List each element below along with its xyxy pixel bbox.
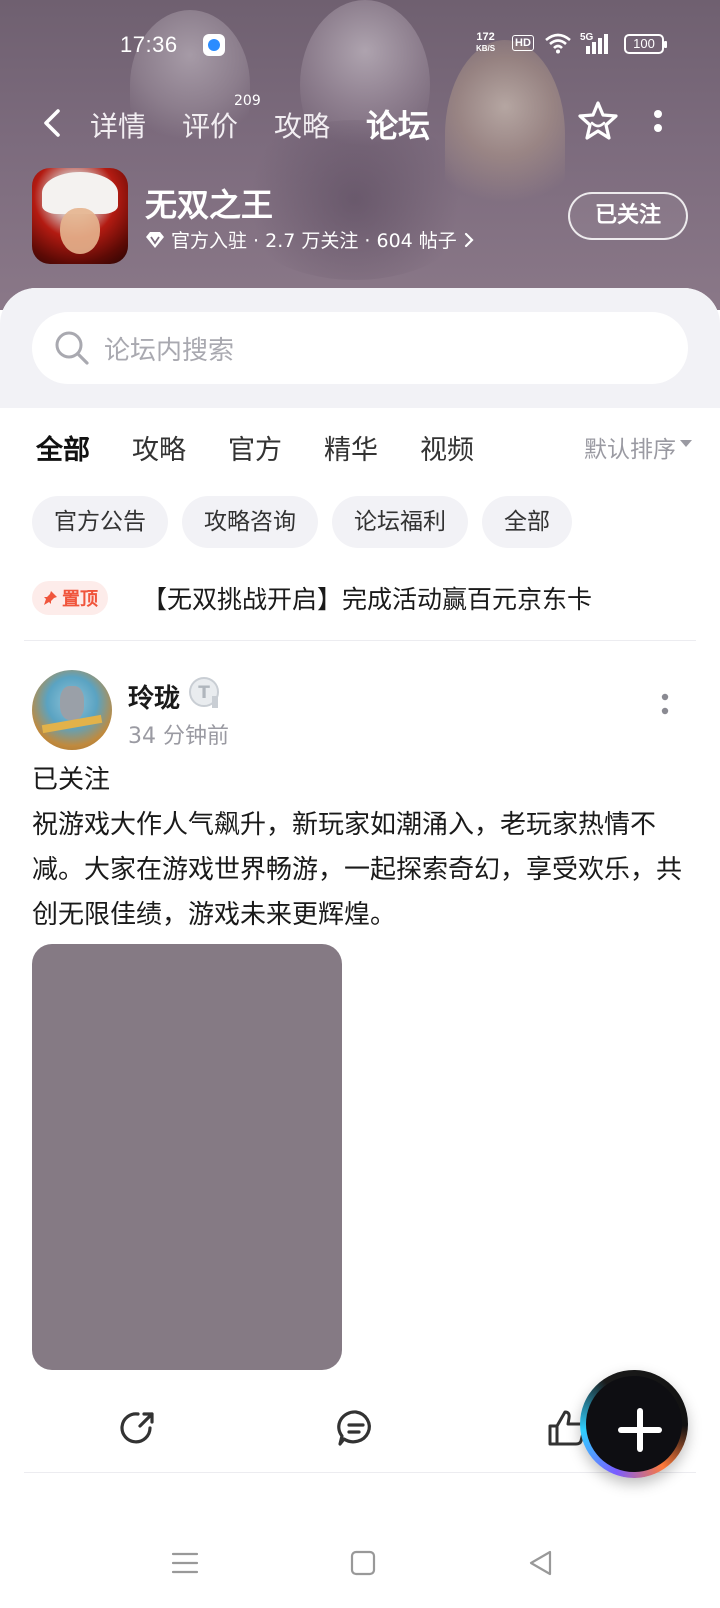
post-more-icon[interactable]: [660, 692, 670, 718]
tab-reviews[interactable]: 评价: [182, 105, 238, 145]
create-post-button[interactable]: [580, 1370, 688, 1478]
tab-details[interactable]: 详情: [90, 105, 146, 145]
status-time: 17:36: [120, 32, 178, 57]
tab-guides[interactable]: 攻略: [274, 105, 330, 145]
filter-tab-guides[interactable]: 攻略: [132, 428, 186, 467]
app-notification-icon: [203, 34, 225, 56]
search-input[interactable]: 论坛内搜索: [32, 312, 688, 384]
net-speed-value: 172: [476, 31, 495, 43]
pinned-badge: 置顶: [32, 581, 108, 615]
comment-icon[interactable]: [334, 1406, 378, 1450]
hd-badge: HD: [512, 35, 534, 51]
divider: [24, 1472, 696, 1473]
filter-tab-official[interactable]: 官方: [228, 428, 282, 467]
chip-all[interactable]: 全部: [482, 496, 572, 548]
plus-icon: [586, 1376, 682, 1472]
level-badge-icon: T: [189, 677, 219, 708]
caret-down-icon: [680, 440, 692, 447]
battery-icon: 100: [624, 34, 667, 54]
more-icon[interactable]: [652, 107, 664, 137]
system-back-icon[interactable]: [526, 1548, 556, 1578]
level-badge-label: T: [198, 683, 210, 703]
diamond-icon: [146, 231, 164, 248]
post-content[interactable]: 已关注 祝游戏大作人气飙升，新玩家如潮涌入，老玩家热情不减。大家在游戏世界畅游，…: [32, 758, 688, 938]
signal-icon: 5G: [580, 32, 610, 56]
pinned-post-title: 【无双挑战开启】完成活动赢百元京东卡: [142, 585, 593, 614]
post-author[interactable]: 玲珑: [128, 678, 180, 715]
system-nav-bar: [0, 1510, 720, 1608]
search-area: 论坛内搜索: [0, 288, 720, 408]
net-speed: 172 KB/S: [476, 32, 495, 54]
filter-tabs: 全部 攻略 官方 精华 视频 默认排序: [0, 416, 720, 476]
game-app-icon[interactable]: [32, 168, 128, 264]
filter-tab-featured[interactable]: 精华: [324, 428, 378, 467]
game-header-banner: 17:36 172KB/S HD 5G 100 详情 评价 209 攻略 论坛: [0, 0, 720, 310]
reviews-count-badge: 209: [234, 93, 261, 109]
pinned-badge-label: 置顶: [62, 589, 98, 610]
back-icon[interactable]: [38, 107, 66, 139]
filter-tab-video[interactable]: 视频: [420, 428, 474, 467]
pin-icon: [44, 591, 57, 605]
post-image[interactable]: [32, 944, 342, 1370]
star-icon[interactable]: [576, 99, 620, 143]
status-bar: 17:36 172 KB/S HD 5G 100: [0, 30, 720, 62]
tab-forum[interactable]: 论坛: [361, 101, 435, 149]
post-time: 34 分钟前: [128, 724, 229, 749]
share-icon[interactable]: [116, 1406, 160, 1450]
chip-guide-consult[interactable]: 攻略咨询: [182, 496, 318, 548]
search-icon: [55, 331, 89, 365]
menu-icon[interactable]: [170, 1548, 200, 1578]
chevron-right-icon: [464, 232, 474, 247]
chip-official-announcement[interactable]: 官方公告: [32, 496, 168, 548]
game-title: 无双之王: [145, 186, 274, 224]
pinned-post[interactable]: 置顶 【无双挑战开启】完成活动赢百元京东卡: [32, 574, 688, 622]
category-chips: 官方公告 攻略咨询 论坛福利 全部: [32, 496, 572, 548]
top-nav: 详情 评价 209 攻略 论坛: [0, 93, 720, 151]
sort-dropdown[interactable]: 默认排序: [584, 430, 676, 464]
game-meta[interactable]: 官方入驻 · 2.7 万关注 · 604 帖子: [145, 226, 475, 253]
net-speed-unit: KB/S: [476, 44, 496, 53]
divider: [24, 640, 696, 641]
chip-forum-benefits[interactable]: 论坛福利: [332, 496, 468, 548]
game-meta-text: 官方入驻 · 2.7 万关注 · 604 帖子: [171, 230, 457, 252]
search-placeholder: 论坛内搜索: [104, 335, 235, 366]
post-text-body: 祝游戏大作人气飙升，新玩家如潮涌入，老玩家热情不减。大家在游戏世界畅游，一起探索…: [32, 810, 683, 930]
home-icon[interactable]: [348, 1548, 378, 1578]
avatar[interactable]: [32, 670, 112, 750]
follow-button[interactable]: 已关注: [568, 192, 688, 240]
filter-tab-all[interactable]: 全部: [36, 428, 90, 469]
wifi-icon: [545, 33, 571, 54]
post-text-line: 已关注: [32, 765, 111, 795]
